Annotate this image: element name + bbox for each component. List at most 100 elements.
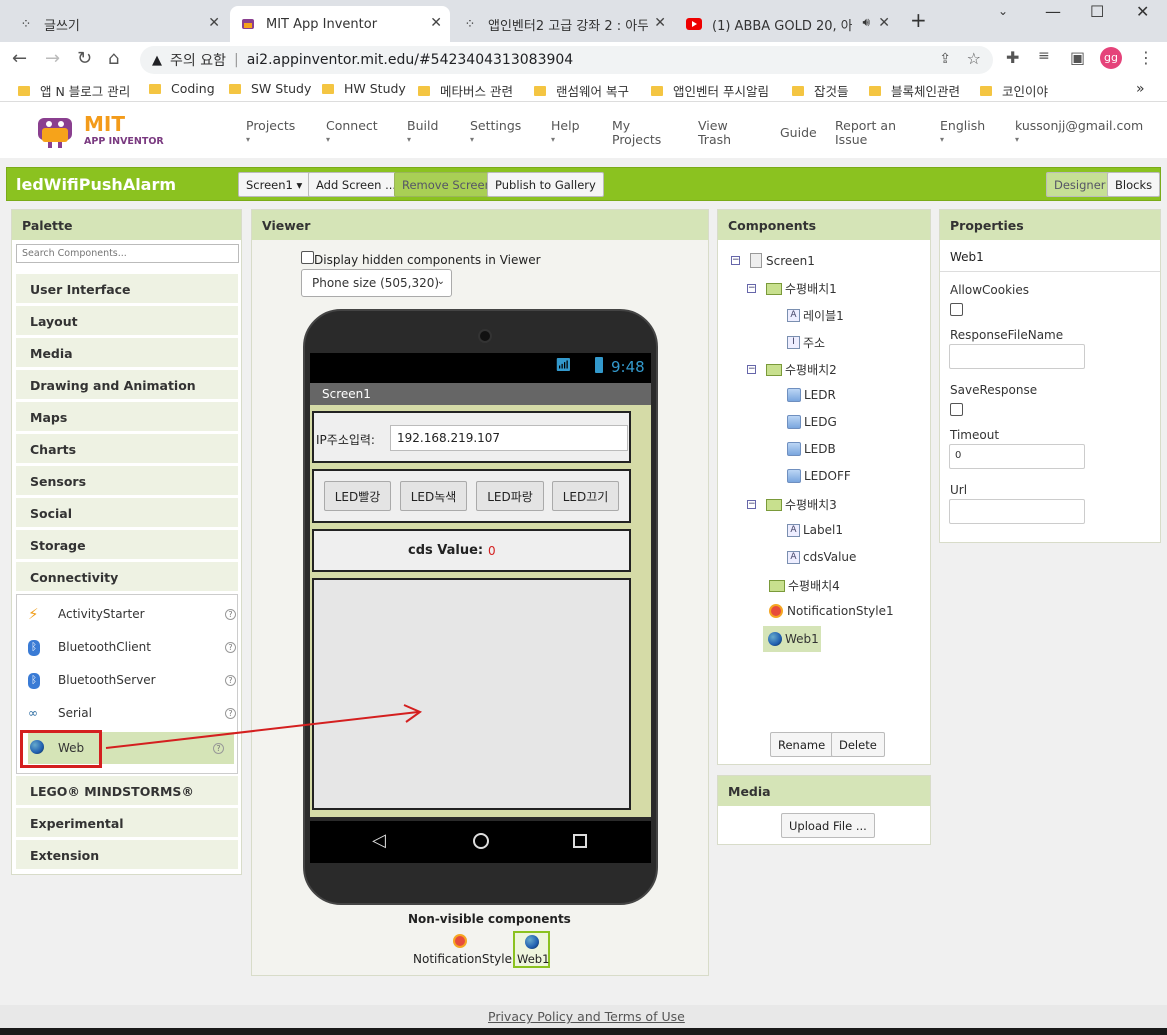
- tab-youtube[interactable]: (1) ABBA GOLD 20, 아바 🔊︎ ✕: [676, 6, 898, 42]
- category-sensors[interactable]: Sensors: [16, 466, 238, 496]
- menu-projects[interactable]: Projects ▾: [246, 119, 295, 147]
- category-lego-mindstorms[interactable]: LEGO® MINDSTORMS®: [16, 776, 238, 806]
- reload-icon[interactable]: ↻: [77, 48, 92, 69]
- bookmark-item[interactable]: 랜섬웨어 복구: [534, 81, 629, 100]
- home-icon[interactable]: ⌂: [108, 48, 119, 69]
- bookmark-star-icon[interactable]: ☆: [967, 49, 981, 68]
- bookmark-item[interactable]: 잡것들: [792, 81, 849, 100]
- category-drawing-animation[interactable]: Drawing and Animation: [16, 370, 238, 400]
- menu-view-trash[interactable]: View Trash: [698, 119, 731, 147]
- menu-language[interactable]: English ▾: [940, 119, 985, 147]
- bookmark-item[interactable]: 메타버스 관련: [418, 81, 513, 100]
- tree-cdsvalue[interactable]: AcdsValue: [787, 550, 856, 564]
- url-text[interactable]: ai2.appinventor.mit.edu/#542340431308390…: [247, 52, 574, 68]
- category-maps[interactable]: Maps: [16, 402, 238, 432]
- tree-hbox2[interactable]: − 수평배치2: [747, 361, 837, 378]
- designer-button[interactable]: Designer: [1046, 172, 1114, 197]
- url-input[interactable]: [949, 499, 1085, 524]
- publish-gallery-button[interactable]: Publish to Gallery: [487, 172, 604, 197]
- extensions-icon[interactable]: ✚: [1006, 48, 1019, 67]
- menu-settings[interactable]: Settings ▾: [470, 119, 521, 147]
- category-experimental[interactable]: Experimental: [16, 808, 238, 838]
- bookmark-item[interactable]: Coding: [149, 81, 215, 96]
- tree-ledoff[interactable]: LEDOFF: [787, 469, 851, 483]
- close-icon[interactable]: ✕: [654, 15, 666, 31]
- window-close-button[interactable]: ✕: [1136, 2, 1149, 21]
- category-layout[interactable]: Layout: [16, 306, 238, 336]
- bookmark-item[interactable]: 앱인벤터 푸시알림: [651, 81, 769, 100]
- ip-address-input[interactable]: 192.168.219.107: [390, 425, 628, 451]
- led-green-button[interactable]: LED녹색: [400, 481, 467, 511]
- led-off-button[interactable]: LED끄기: [552, 481, 619, 511]
- minimize-button[interactable]: —: [1045, 2, 1061, 21]
- tree-web1[interactable]: Web1: [763, 626, 821, 652]
- audio-icon[interactable]: 🔊︎: [862, 15, 870, 30]
- tree-ledg[interactable]: LEDG: [787, 415, 837, 429]
- category-charts[interactable]: Charts: [16, 434, 238, 464]
- palette-item-bluetoothclient[interactable]: ᛒ BluetoothClient?: [28, 631, 246, 663]
- saveresponse-checkbox[interactable]: [950, 403, 963, 416]
- bookmark-item[interactable]: 코인이야: [980, 81, 1048, 100]
- remove-screen-button[interactable]: Remove Screen: [394, 172, 500, 197]
- tree-hbox3[interactable]: − 수평배치3: [747, 496, 837, 513]
- timeout-input[interactable]: 0: [949, 444, 1085, 469]
- palette-item-bluetoothserver[interactable]: ᛒ BluetoothServer?: [28, 664, 246, 696]
- tree-hbox4[interactable]: 수평배치4: [769, 577, 840, 594]
- bookmark-item[interactable]: 앱 N 블로그 관리: [18, 81, 130, 100]
- bookmark-item[interactable]: SW Study: [229, 81, 311, 96]
- category-connectivity[interactable]: Connectivity: [16, 562, 238, 592]
- app-inventor-logo-icon[interactable]: [34, 110, 82, 150]
- led-blue-button[interactable]: LED파랑: [476, 481, 544, 511]
- rename-button[interactable]: Rename: [770, 732, 834, 757]
- media-control-icon[interactable]: ≡: [1038, 48, 1050, 64]
- tab-search-icon[interactable]: ⌄: [998, 4, 1008, 18]
- bookmark-item[interactable]: 블록체인관련: [869, 81, 960, 100]
- menu-account[interactable]: kussonjj@gmail.com ▾: [1015, 119, 1143, 147]
- palette-item-activitystarter[interactable]: ⚡ ActivityStarter?: [28, 598, 246, 630]
- tree-ledb[interactable]: LEDB: [787, 442, 836, 456]
- allowcookies-checkbox[interactable]: [950, 303, 963, 316]
- bookmark-item[interactable]: HW Study: [322, 81, 406, 96]
- menu-build[interactable]: Build ▾: [407, 119, 438, 147]
- category-extension[interactable]: Extension: [16, 840, 238, 870]
- omnibox[interactable]: ▲ 주의 요함 | ai2.appinventor.mit.edu/#54234…: [140, 46, 993, 74]
- delete-button[interactable]: Delete: [831, 732, 885, 757]
- nonvisible-notification[interactable]: NotificationStyle1: [413, 952, 520, 966]
- menu-my-projects[interactable]: My Projects: [612, 119, 661, 147]
- close-icon[interactable]: ✕: [208, 15, 220, 31]
- kebab-menu-icon[interactable]: ⋮: [1138, 48, 1154, 67]
- help-icon[interactable]: ?: [225, 641, 236, 653]
- menu-help[interactable]: Help ▾: [551, 119, 580, 147]
- category-media[interactable]: Media: [16, 338, 238, 368]
- menu-guide[interactable]: Guide: [780, 126, 817, 140]
- help-icon[interactable]: ?: [225, 674, 236, 686]
- close-icon[interactable]: ✕: [430, 15, 442, 31]
- maximize-button[interactable]: ☐: [1090, 2, 1104, 21]
- screen-select-button[interactable]: Screen1 ▾: [238, 172, 311, 197]
- back-icon[interactable]: ←: [12, 48, 27, 69]
- hidden-components-checkbox[interactable]: [301, 251, 314, 264]
- tree-notification[interactable]: NotificationStyle1: [769, 604, 894, 618]
- category-user-interface[interactable]: User Interface: [16, 274, 238, 304]
- nonvisible-web-box[interactable]: Web1: [513, 931, 550, 968]
- tree-screen1[interactable]: − Screen1: [731, 253, 815, 268]
- phone-size-select[interactable]: Phone size (505,320) ⌄: [301, 269, 452, 297]
- security-warning[interactable]: 주의 요함: [170, 50, 226, 70]
- menu-connect[interactable]: Connect ▾: [326, 119, 378, 147]
- menu-report-issue[interactable]: Report an Issue: [835, 119, 896, 147]
- profile-avatar[interactable]: gg: [1100, 47, 1122, 69]
- tree-label1[interactable]: A 레이블1: [787, 307, 844, 324]
- share-icon[interactable]: ⇪: [939, 51, 951, 67]
- sidepanel-icon[interactable]: ▣: [1070, 48, 1085, 67]
- tree-address[interactable]: I 주소: [787, 334, 825, 351]
- privacy-terms-link[interactable]: Privacy Policy and Terms of Use: [488, 1009, 685, 1024]
- blocks-button[interactable]: Blocks: [1107, 172, 1161, 197]
- upload-file-button[interactable]: Upload File ...: [781, 813, 875, 838]
- more-bookmarks-icon[interactable]: »: [1136, 81, 1145, 97]
- tab-lecture[interactable]: ⁘ 앱인벤터2 고급 강좌 2 : 아두 ✕: [452, 6, 674, 42]
- help-icon[interactable]: ?: [225, 608, 236, 620]
- add-screen-button[interactable]: Add Screen ...: [308, 172, 405, 197]
- responsefilename-input[interactable]: [949, 344, 1085, 369]
- tree-hbox1[interactable]: − 수평배치1: [747, 280, 837, 297]
- tab-writing[interactable]: ⁘ 글쓰기 ✕: [8, 6, 228, 42]
